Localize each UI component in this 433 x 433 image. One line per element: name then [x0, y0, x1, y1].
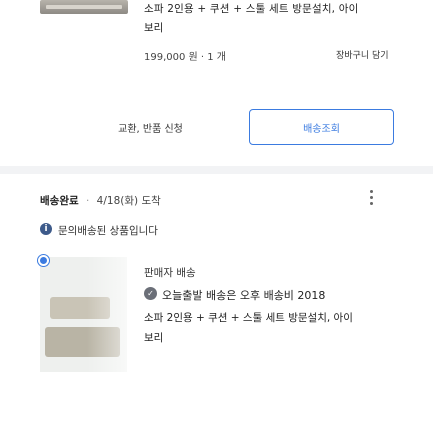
previous-product-price: 199,000 원 · 1 개	[144, 52, 227, 63]
return-exchange-button[interactable]: 교환, 반품 신청	[78, 109, 223, 145]
delivery-notice: 문의배송된 상품입니다	[58, 225, 158, 237]
status-separator: ·	[85, 195, 90, 207]
previous-product-title[interactable]: 소파 2인용 + 쿠션 + 스툴 세트 방문설치, 아이	[144, 1, 358, 16]
check-icon: ✓	[144, 287, 157, 300]
product-image[interactable]	[40, 257, 127, 372]
previous-product-title-continued[interactable]: 보리	[144, 20, 163, 35]
shipment-status: 배송완료	[40, 195, 79, 207]
seller-label: 판매자 배송	[144, 267, 196, 279]
more-options-icon[interactable]	[370, 190, 376, 208]
track-shipment-button[interactable]: 배송조회	[249, 109, 394, 145]
section-divider	[0, 166, 433, 174]
product-select-radio[interactable]	[38, 255, 49, 266]
delivery-detail: 오늘출발 배송은 오후 배송비 2018	[162, 289, 326, 302]
product-title-continued[interactable]: 보리	[144, 330, 163, 345]
previous-product-thumbnail[interactable]	[40, 0, 128, 14]
info-icon: i	[40, 223, 52, 235]
delivery-date: 4/18(화) 도착	[96, 195, 161, 207]
shipment-status-line: 배송완료 · 4/18(화) 도착	[40, 193, 161, 208]
add-to-cart-link[interactable]: 장바구니 담기	[336, 48, 389, 61]
product-title[interactable]: 소파 2인용 + 쿠션 + 스툴 세트 방문설치, 아이	[144, 310, 353, 325]
